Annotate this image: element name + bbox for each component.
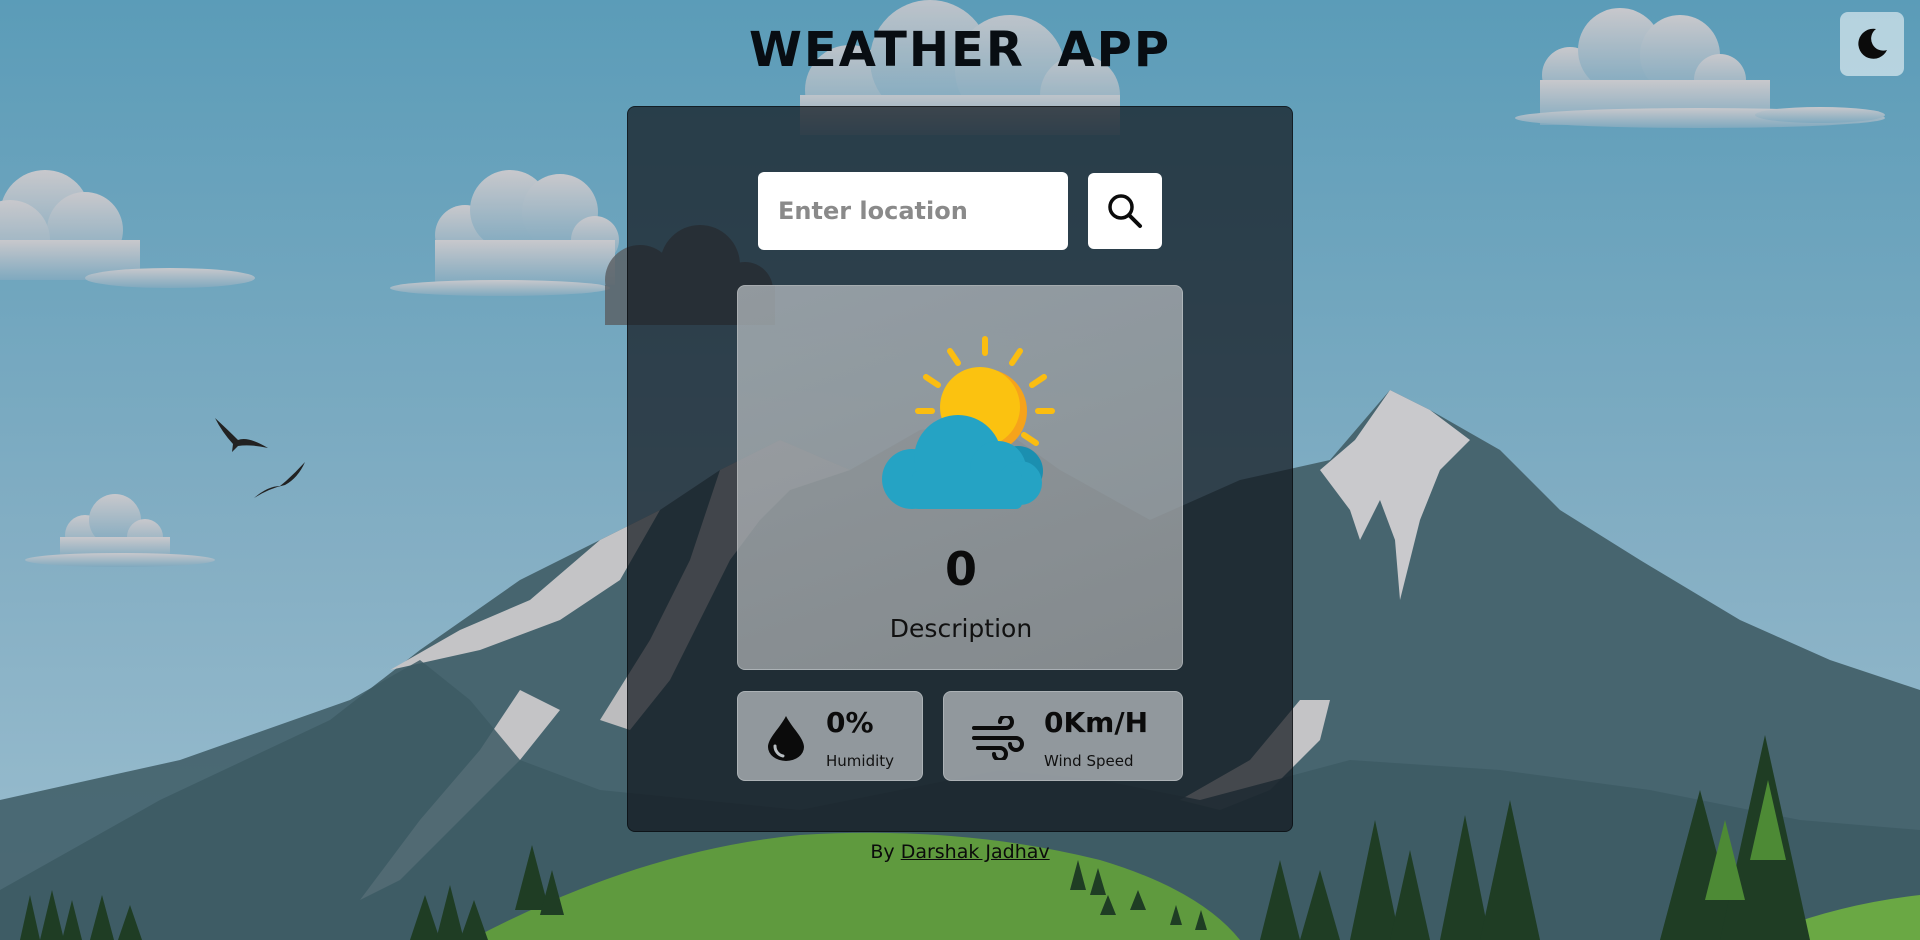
- humidity-label: Humidity: [826, 752, 895, 770]
- app-title: WEATHER APP: [748, 22, 1172, 78]
- moon-icon: [1858, 28, 1887, 59]
- credit-prefix: By: [870, 841, 901, 863]
- wind-speed-value: 0Km/H: [1044, 706, 1149, 739]
- search-button[interactable]: [1088, 173, 1162, 249]
- temperature-value: 0: [944, 542, 977, 596]
- wind-speed-card: 0Km/H Wind Speed: [943, 691, 1183, 781]
- theme-toggle-button[interactable]: [1840, 12, 1904, 76]
- humidity-card: 0% Humidity: [737, 691, 923, 781]
- partly-cloudy-icon: [882, 336, 1055, 509]
- water-drop-icon: [768, 716, 804, 761]
- humidity-value: 0%: [826, 706, 874, 739]
- wind-speed-label: Wind Speed: [1044, 752, 1134, 770]
- author-link[interactable]: Darshak Jadhav: [901, 841, 1050, 863]
- search-icon: [1108, 194, 1142, 228]
- weather-description: Description: [889, 614, 1033, 643]
- wind-icon: [972, 716, 1024, 760]
- weather-card: 0 Description: [737, 285, 1183, 670]
- location-search-input[interactable]: [758, 172, 1068, 250]
- author-credit: By Darshak Jadhav: [0, 841, 1920, 863]
